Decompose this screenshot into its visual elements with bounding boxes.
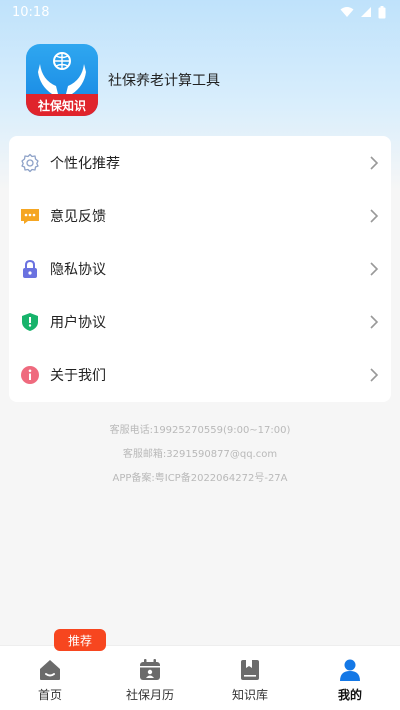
menu-item-feedback[interactable]: 意见反馈 (9, 191, 391, 241)
wifi-icon (340, 7, 354, 17)
nav-item-knowledge-base[interactable]: 知识库 (200, 646, 300, 710)
chevron-right-icon (370, 156, 379, 170)
menu-item-label: 意见反馈 (50, 209, 106, 225)
info-icon (20, 365, 40, 385)
app-name: 社保养老计算工具 (108, 73, 220, 89)
nav-label: 知识库 (231, 688, 268, 702)
nav-label: 我的 (337, 688, 362, 702)
user-icon (340, 659, 360, 681)
status-time: 10:18 (12, 4, 50, 20)
gear-icon (20, 153, 40, 173)
menu-item-user-agreement[interactable]: 用户协议 (9, 297, 391, 347)
status-bar: 10:18 (0, 0, 400, 24)
nav-label: 社保月历 (125, 688, 174, 702)
app-logo: 社保知识 (26, 44, 98, 116)
icp-record: APP备案:粤ICP备2022064272号-27A (112, 473, 288, 484)
profile-header: 社保知识 社保养老计算工具 (26, 44, 220, 116)
battery-icon (378, 5, 386, 18)
chevron-right-icon (370, 209, 379, 223)
signal-icon (361, 7, 371, 17)
nav-item-calendar[interactable]: 社保月历 (100, 646, 200, 710)
status-icons (340, 5, 386, 19)
customer-service-email: 客服邮箱:3291590877@qq.com (122, 449, 278, 460)
menu-item-about-us[interactable]: 关于我们 (9, 350, 391, 400)
bottom-nav: 首页 社保月历 知识库 我的 (0, 645, 400, 710)
shield-icon (20, 312, 40, 332)
nav-item-mine[interactable]: 我的 (300, 646, 400, 710)
menu-item-personalized-recommendation[interactable]: 个性化推荐 (9, 138, 391, 188)
nav-label: 首页 (37, 688, 62, 702)
lock-icon (20, 259, 40, 279)
menu-item-label: 个性化推荐 (50, 156, 120, 172)
menu-card: 个性化推荐 意见反馈 隐私协议 用户协议 关于我们 (9, 136, 391, 402)
menu-item-label: 关于我们 (50, 368, 106, 384)
hands-globe-icon (38, 52, 86, 94)
logo-ribbon-text: 社保知识 (26, 94, 98, 116)
chevron-right-icon (370, 368, 379, 382)
home-icon (40, 660, 60, 680)
menu-item-label: 隐私协议 (50, 262, 106, 278)
recommend-badge: 推荐 (54, 629, 106, 651)
chat-icon (20, 206, 40, 226)
calendar-icon (140, 659, 160, 680)
menu-item-privacy-policy[interactable]: 隐私协议 (9, 244, 391, 294)
chevron-right-icon (370, 315, 379, 329)
nav-item-home[interactable]: 首页 (0, 646, 100, 710)
menu-item-label: 用户协议 (50, 315, 106, 331)
book-icon (241, 660, 259, 680)
chevron-right-icon (370, 262, 379, 276)
customer-service-phone: 客服电话:19925270559(9:00~17:00) (109, 425, 291, 436)
